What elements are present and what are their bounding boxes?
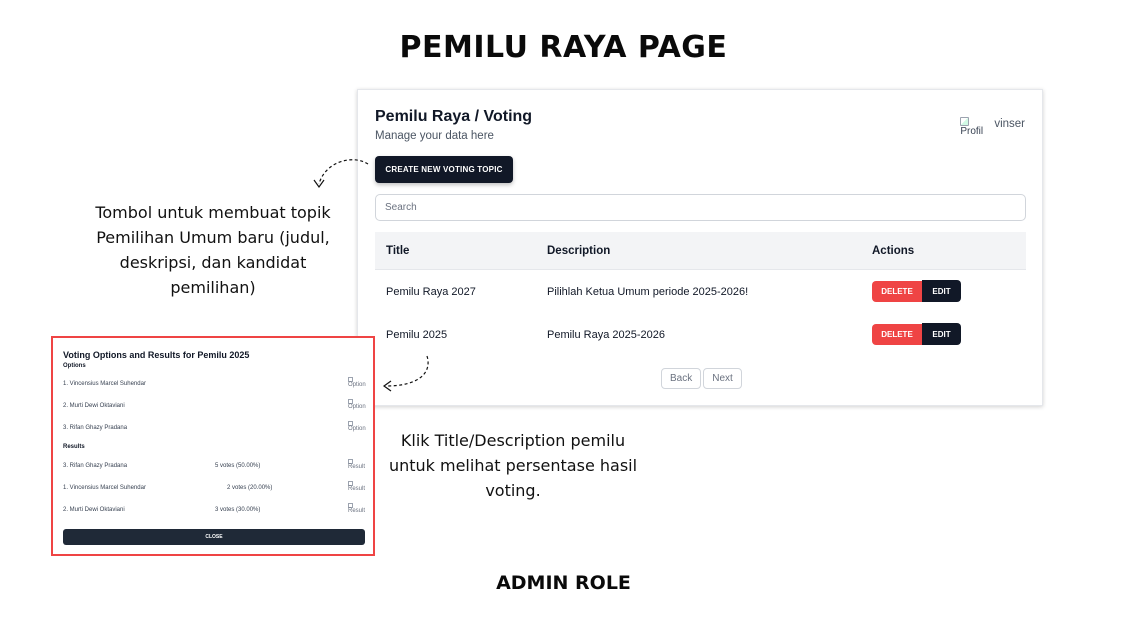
result-votes: 3 votes (30.00%): [215, 507, 261, 513]
result-item: 1. Vincensius Marcel Suhendar: [63, 485, 146, 491]
result-item: 2. Murti Dewi Oktaviani: [63, 507, 125, 513]
options-heading: Options: [63, 363, 86, 369]
result-image: Result: [348, 459, 366, 470]
result-votes: 2 votes (20.00%): [227, 485, 273, 491]
result-image: Result: [348, 503, 366, 514]
result-item: 3. Rifan Ghazy Pradana: [63, 463, 128, 469]
arrow-to-create-button: [318, 159, 369, 185]
voting-results-modal: Voting Options and Results for Pemilu 20…: [51, 336, 375, 556]
result-image: Result: [348, 481, 366, 492]
option-image: Option: [348, 421, 366, 432]
option-item: 1. Vincensius Marcel Suhendar: [63, 381, 146, 387]
option-image: Option: [348, 377, 366, 388]
modal-title: Voting Options and Results for Pemilu 20…: [63, 350, 250, 360]
result-votes: 5 votes (50.00%): [215, 463, 261, 469]
results-heading: Results: [63, 444, 85, 450]
arrow-to-modal: [385, 355, 429, 387]
close-button[interactable]: CLOSE: [63, 529, 365, 545]
option-item: 2. Murti Dewi Oktaviani: [63, 403, 125, 409]
option-item: 3. Rifan Ghazy Pradana: [63, 425, 128, 431]
arrow-head-create: [313, 179, 325, 189]
option-image: Option: [348, 399, 366, 410]
role-label: ADMIN ROLE: [496, 572, 631, 594]
